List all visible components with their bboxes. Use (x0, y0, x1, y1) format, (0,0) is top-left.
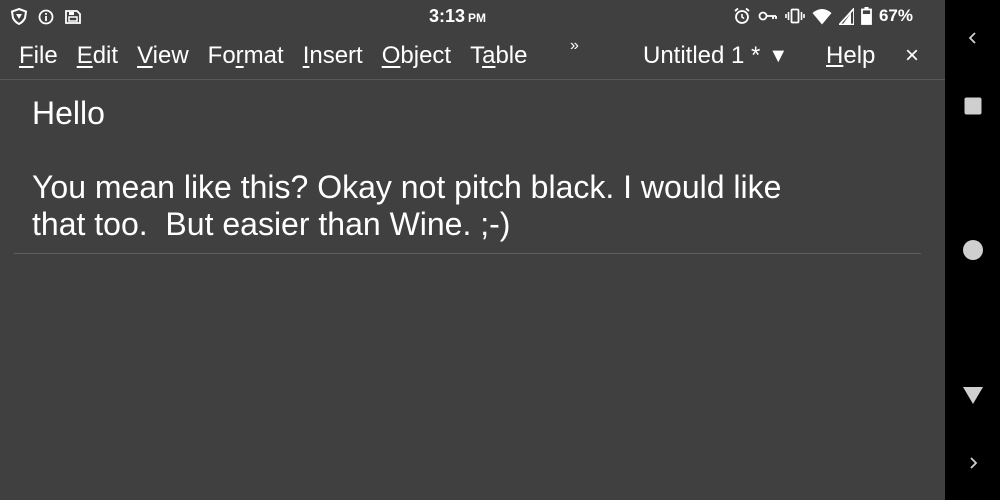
document-text[interactable]: Hello You mean like this? Okay not pitch… (32, 95, 912, 243)
navigation-bar (945, 0, 1000, 500)
menu-table[interactable]: Table (470, 42, 527, 70)
shield-icon (10, 8, 28, 25)
chevron-left-icon[interactable] (945, 28, 1000, 48)
paragraph-line-1: You mean like this? Okay not pitch black… (32, 169, 782, 205)
wifi-icon (812, 8, 832, 25)
status-bar: 3:13 PM 67% (0, 0, 945, 33)
clock-ampm: PM (468, 11, 487, 25)
menu-items: File Edit View Format Insert Object Tabl… (19, 33, 546, 79)
menu-object[interactable]: Object (382, 42, 451, 70)
menu-help[interactable]: Help (826, 33, 875, 79)
paragraph-line-2: that too. But easier than Wine. ;-) (32, 206, 511, 242)
square-icon[interactable] (945, 95, 1000, 117)
menu-format[interactable]: Format (208, 42, 284, 70)
paragraph-hello: Hello (32, 95, 105, 131)
triangle-down-icon[interactable] (945, 383, 1000, 407)
menu-overflow-button[interactable]: » (570, 37, 579, 55)
empty-line (32, 132, 912, 169)
document-area[interactable]: Hello You mean like this? Okay not pitch… (0, 80, 945, 500)
document-title: Untitled 1 * (643, 42, 761, 69)
menu-edit[interactable]: Edit (77, 42, 118, 70)
status-clock: 3:13 PM (429, 6, 486, 27)
info-icon (38, 9, 54, 25)
menu-bar: File Edit View Format Insert Object Tabl… (0, 33, 945, 80)
cellular-signal-icon (838, 7, 854, 25)
menu-file[interactable]: File (19, 42, 58, 70)
status-right-icons: 67% (733, 6, 913, 26)
page-divider (14, 253, 921, 254)
status-left-icons (10, 8, 82, 25)
app-window: 3:13 PM 67% File Edit View Format Insert… (0, 0, 1000, 500)
battery-percent: 67% (878, 6, 913, 25)
sd-card-icon (64, 9, 82, 25)
menu-insert[interactable]: Insert (303, 42, 363, 70)
dropdown-arrow-icon: ▼ (768, 44, 789, 67)
vibrate-icon (785, 8, 805, 24)
chevron-right-icon[interactable] (945, 453, 1000, 473)
close-icon[interactable]: × (900, 33, 924, 79)
battery-icon (861, 7, 872, 25)
menu-view[interactable]: View (137, 42, 189, 70)
key-icon (758, 9, 778, 23)
alarm-icon (733, 7, 751, 25)
document-title-dropdown[interactable]: Untitled 1 * ▼ (643, 33, 788, 79)
circle-icon[interactable] (945, 238, 1000, 262)
clock-time: 3:13 (429, 6, 466, 26)
